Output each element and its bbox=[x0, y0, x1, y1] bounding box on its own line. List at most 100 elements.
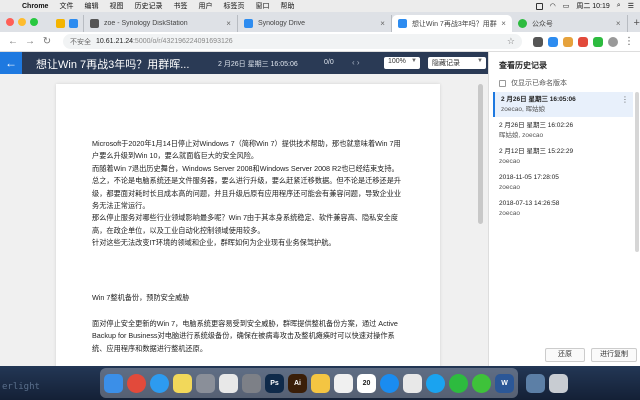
menu-list-icon[interactable]: ☰ bbox=[628, 2, 634, 10]
app-store-icon[interactable] bbox=[380, 373, 399, 393]
menu-item-bookmarks[interactable]: 书签 bbox=[173, 1, 187, 11]
pinned-tab-icon bbox=[68, 19, 78, 28]
back-arrow-icon[interactable]: ← bbox=[6, 36, 20, 47]
tab-pinned[interactable] bbox=[50, 15, 84, 32]
illustrator-icon[interactable]: Ai bbox=[288, 373, 307, 393]
trash-icon[interactable] bbox=[549, 373, 568, 393]
tab-synology-drive[interactable]: Synology Drive × bbox=[238, 15, 392, 32]
history-scrollbar[interactable] bbox=[635, 92, 639, 252]
hide-records-select[interactable]: 隐藏记录 ▼ bbox=[428, 57, 486, 69]
url-path: :5000/o/r/432196224091693126 bbox=[132, 38, 233, 45]
photos-app-icon[interactable] bbox=[311, 373, 330, 393]
document-page: Microsoft于2020年1月14日停止对Windows 7（简称Win 7… bbox=[56, 84, 440, 366]
restore-button[interactable]: 还原 bbox=[545, 348, 585, 362]
apple-icon[interactable] bbox=[6, 2, 14, 10]
downloads-icon[interactable] bbox=[526, 373, 545, 393]
wechat-favicon bbox=[517, 19, 527, 28]
menu-item-edit[interactable]: 编辑 bbox=[84, 1, 98, 11]
history-title: 查看历史记录 bbox=[499, 61, 547, 70]
extension-icon[interactable] bbox=[578, 36, 588, 47]
bookmark-star-icon[interactable]: ☆ bbox=[507, 36, 515, 47]
menu-item-view[interactable]: 视图 bbox=[109, 1, 123, 11]
make-copy-button[interactable]: 进行复制 bbox=[591, 348, 637, 362]
menu-item-help[interactable]: 帮助 bbox=[280, 1, 294, 11]
history-entry-authors: zoecao bbox=[499, 157, 520, 165]
wechat-icon[interactable] bbox=[449, 373, 468, 393]
back-button[interactable]: ← bbox=[0, 52, 22, 74]
checkbox[interactable] bbox=[499, 79, 506, 87]
tab-title: 公众号 bbox=[531, 20, 553, 28]
close-tab-icon[interactable]: × bbox=[616, 19, 621, 28]
menu-item-file[interactable]: 文件 bbox=[59, 1, 73, 11]
word-icon[interactable]: W bbox=[495, 373, 514, 393]
security-label[interactable]: 不安全 bbox=[70, 37, 91, 47]
extension-icon[interactable] bbox=[593, 36, 603, 47]
address-bar[interactable]: 不安全 10.61.21.24 :5000/o/r/43219622409169… bbox=[63, 34, 522, 49]
extension-icon[interactable] bbox=[563, 36, 573, 47]
text-edit-icon[interactable] bbox=[403, 373, 422, 393]
page-indicator: 0/0 bbox=[324, 59, 334, 66]
system-preferences-icon[interactable] bbox=[242, 373, 261, 393]
clock-label[interactable]: 周二 10:19 bbox=[576, 1, 609, 11]
history-entry-authors: zoecao, 晖姑娘 bbox=[501, 105, 546, 113]
notes-icon[interactable] bbox=[173, 373, 192, 393]
history-entry[interactable]: 2 月26日 星期三 16:05:06 zoecao, 晖姑娘 ⋮ bbox=[493, 92, 633, 117]
extension-icon[interactable] bbox=[533, 36, 543, 47]
reload-icon[interactable]: ↻ bbox=[40, 36, 54, 47]
desktop-text: erlight bbox=[2, 382, 40, 392]
preview-icon[interactable] bbox=[334, 373, 353, 393]
launchpad-icon[interactable] bbox=[196, 373, 215, 393]
menu-app-name[interactable]: Chrome bbox=[22, 3, 48, 10]
profile-avatar-icon[interactable] bbox=[608, 36, 618, 47]
menu-item-people[interactable]: 用户 bbox=[198, 1, 212, 11]
photos-icon[interactable] bbox=[219, 373, 238, 393]
history-entry-authors: zoecao bbox=[499, 209, 520, 217]
only-named-toggle[interactable]: 仅显示已命名版本 bbox=[499, 78, 567, 88]
history-entry[interactable]: 2018-07-13 14:26:58 zoecao bbox=[493, 196, 633, 221]
menu-item-history[interactable]: 历史记录 bbox=[134, 1, 162, 11]
calendar-icon[interactable]: 20 bbox=[357, 373, 376, 393]
close-tab-icon[interactable]: × bbox=[501, 19, 506, 28]
document-title: 想让Win 7再战3年吗？用群晖... bbox=[36, 59, 190, 71]
hide-records-value: 隐藏记录 bbox=[432, 60, 460, 67]
status-square-icon[interactable] bbox=[535, 2, 543, 10]
menu-item-tabs[interactable]: 标签页 bbox=[223, 1, 244, 11]
more-menu-icon[interactable]: ⋮ bbox=[624, 36, 634, 47]
close-tab-icon[interactable]: × bbox=[226, 19, 231, 28]
search-icon[interactable]: ⌕ bbox=[617, 2, 621, 10]
new-tab-button[interactable]: + bbox=[634, 17, 640, 29]
paragraph: 那么停止服务对哪些行业领域影响最多呢？Win 7由于其本身系统稳定、软件兼容高、… bbox=[92, 213, 398, 235]
qq-icon[interactable] bbox=[426, 373, 445, 393]
close-window-button[interactable] bbox=[6, 18, 14, 26]
more-options-icon[interactable]: ⋮ bbox=[621, 95, 629, 105]
chrome-icon[interactable] bbox=[127, 373, 146, 393]
menu-item-window[interactable]: 窗口 bbox=[255, 1, 269, 11]
version-date: 2 月26日 星期三 16:05:06 bbox=[218, 61, 298, 68]
history-entry-date: 2 月26日 星期三 16:02:26 bbox=[499, 122, 574, 129]
tab-diskstation[interactable]: zoe - Synology DiskStation × bbox=[84, 15, 238, 32]
extension-icon[interactable] bbox=[548, 36, 558, 47]
history-entry[interactable]: 2 月26日 星期三 16:02:26 晖姑娘, zoecao bbox=[493, 118, 633, 143]
paragraph: 而随着Win 7退出历史舞台，Windows Server 2008和Windo… bbox=[92, 163, 399, 173]
page-arrows-icon[interactable]: ‹ › bbox=[352, 58, 360, 67]
safari-icon[interactable] bbox=[150, 373, 169, 393]
maximize-window-button[interactable] bbox=[30, 18, 38, 26]
photoshop-icon[interactable]: Ps bbox=[265, 373, 284, 393]
tab-official-account[interactable]: 公众号 × bbox=[512, 15, 628, 32]
battery-icon[interactable]: ▭ bbox=[563, 2, 570, 10]
history-entry-date: 2 月12日 星期三 15:22:29 bbox=[499, 148, 574, 155]
messages-icon[interactable] bbox=[472, 373, 491, 393]
document-area: Microsoft于2020年1月14日停止对Windows 7（简称Win 7… bbox=[0, 74, 488, 366]
minimize-window-button[interactable] bbox=[18, 18, 26, 26]
history-entry[interactable]: 2 月12日 星期三 15:22:29 zoecao bbox=[493, 144, 633, 169]
wifi-icon[interactable]: ◠ bbox=[550, 2, 556, 10]
tab-document[interactable]: 想让Win 7再战3年吗？用群晖让 × bbox=[391, 15, 512, 32]
forward-arrow-icon[interactable]: → bbox=[23, 36, 37, 47]
finder-icon[interactable] bbox=[104, 373, 123, 393]
zoom-select[interactable]: 100% ▼ bbox=[384, 57, 420, 69]
history-entry[interactable]: 2018-11-05 17:28:05 zoecao bbox=[493, 170, 633, 195]
close-tab-icon[interactable]: × bbox=[380, 19, 385, 28]
chevron-down-icon: ▼ bbox=[411, 58, 417, 64]
document-scrollbar[interactable] bbox=[478, 84, 483, 224]
window-controls bbox=[6, 18, 38, 26]
